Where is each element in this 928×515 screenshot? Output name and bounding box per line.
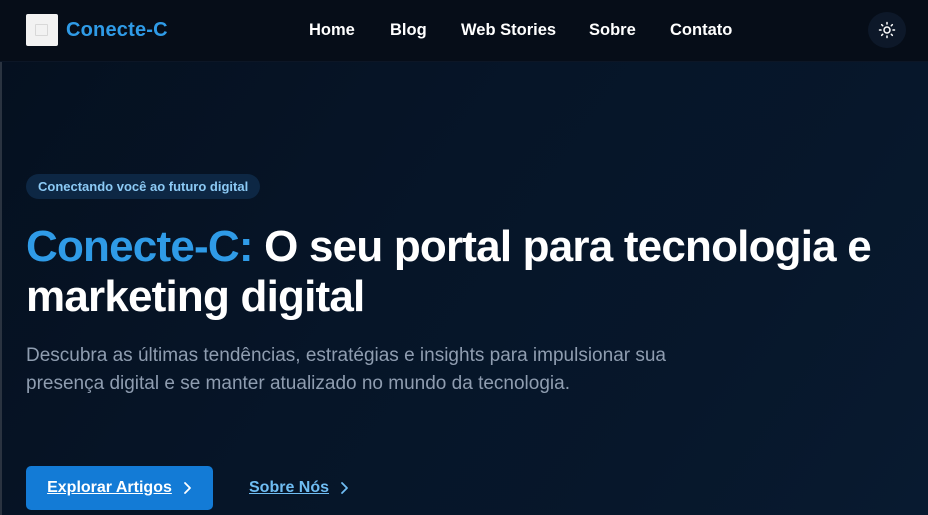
hero-badge: Conectando você ao futuro digital (26, 174, 261, 199)
chevron-right-icon (183, 482, 191, 494)
explore-articles-label: Explorar Artigos (47, 479, 172, 496)
headline-accent: Conecte-C: (26, 222, 253, 271)
site-header: Conecte-C Home Blog Web Stories Sobre Co… (0, 0, 928, 62)
chevron-right-icon (341, 482, 348, 494)
explore-articles-button[interactable]: Explorar Artigos (26, 466, 213, 510)
sun-icon (878, 21, 896, 39)
hero-headline: Conecte-C: O seu portal para tecnologia … (26, 222, 906, 322)
nav-sobre[interactable]: Sobre (589, 18, 636, 42)
page: Conecte-C Home Blog Web Stories Sobre Co… (0, 0, 928, 515)
image-placeholder-icon (35, 24, 48, 36)
theme-toggle-button[interactable] (868, 12, 906, 48)
brand-name[interactable]: Conecte-C (66, 16, 168, 44)
left-border (0, 62, 2, 515)
nav-contato[interactable]: Contato (670, 18, 732, 42)
about-us-label: Sobre Nós (249, 479, 330, 496)
nav-home[interactable]: Home (309, 18, 355, 42)
logo-image[interactable] (26, 14, 58, 46)
nav-blog[interactable]: Blog (390, 18, 427, 42)
hero-subtitle: Descubra as últimas tendências, estratég… (26, 345, 666, 394)
about-us-link[interactable]: Sobre Nós (249, 466, 349, 510)
nav-web-stories[interactable]: Web Stories (461, 18, 556, 42)
